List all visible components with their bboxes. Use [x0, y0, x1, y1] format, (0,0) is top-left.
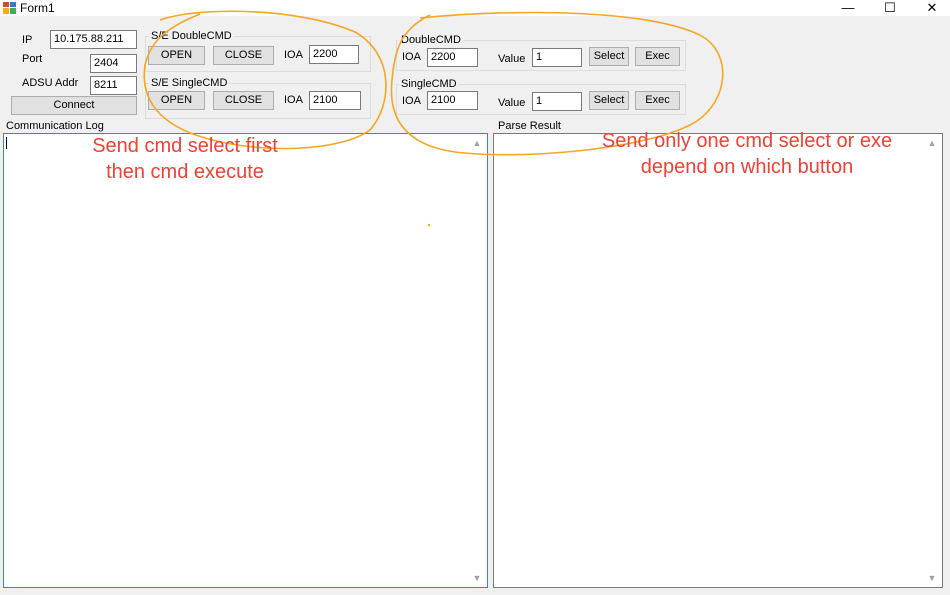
singlecmd-value-field[interactable]: 1 — [532, 92, 582, 111]
left-annotation-line2: then cmd execute — [106, 161, 264, 183]
close-window-button[interactable]: ✕ — [912, 0, 950, 16]
parse-result-textarea[interactable]: ▲ ▼ — [493, 133, 943, 588]
singlecmd-select-button[interactable]: Select — [589, 91, 629, 110]
se-singlecmd-title: S/E SingleCMD — [149, 77, 230, 89]
result-scroll-down-icon[interactable]: ▼ — [924, 571, 940, 585]
singlecmd-ioa-field[interactable]: 2100 — [427, 91, 478, 110]
doublecmd-exec-button[interactable]: Exec — [635, 47, 680, 66]
adsu-addr-field[interactable]: 8211 — [90, 76, 137, 95]
se-double-open-button[interactable]: OPEN — [148, 46, 205, 65]
se-single-open-button[interactable]: OPEN — [148, 91, 205, 110]
se-single-ioa-field[interactable]: 2100 — [309, 91, 361, 110]
communication-log-textarea[interactable]: ▲ ▼ — [3, 133, 488, 588]
right-annotation-line2: depend on which button — [640, 156, 854, 178]
singlecmd-title: SingleCMD — [399, 78, 459, 90]
se-double-ioa-label: IOA — [284, 49, 303, 61]
adsu-addr-label: ADSU Addr — [22, 77, 79, 89]
minimize-button[interactable]: — — [828, 0, 868, 16]
port-label: Port — [22, 53, 43, 65]
left-annotation-line1: Send cmd select first — [92, 135, 278, 157]
se-single-close-button[interactable]: CLOSE — [213, 91, 274, 110]
doublecmd-ioa-field[interactable]: 2200 — [427, 48, 478, 67]
ip-label: IP — [22, 34, 33, 46]
text-caret — [6, 137, 7, 149]
se-single-ioa-label: IOA — [284, 94, 303, 106]
singlecmd-value-label: Value — [498, 97, 526, 109]
result-scroll-up-icon[interactable]: ▲ — [924, 136, 940, 150]
singlecmd-exec-button[interactable]: Exec — [635, 91, 680, 110]
se-doublecmd-title: S/E DoubleCMD — [149, 30, 234, 42]
app-icon — [3, 2, 16, 14]
log-scroll-up-icon[interactable]: ▲ — [469, 136, 485, 150]
title-bar — [0, 0, 950, 16]
port-field[interactable]: 2404 — [90, 54, 137, 73]
log-scroll-down-icon[interactable]: ▼ — [469, 571, 485, 585]
doublecmd-ioa-label: IOA — [402, 51, 421, 63]
parse-result-label: Parse Result — [498, 120, 561, 132]
se-double-close-button[interactable]: CLOSE — [213, 46, 274, 65]
connect-button[interactable]: Connect — [11, 96, 137, 115]
doublecmd-select-button[interactable]: Select — [589, 47, 629, 66]
maximize-button[interactable]: ☐ — [870, 0, 910, 16]
doublecmd-value-label: Value — [498, 53, 526, 65]
doublecmd-value-field[interactable]: 1 — [532, 48, 582, 67]
singlecmd-ioa-label: IOA — [402, 95, 421, 107]
right-annotation-line1: Send only one cmd select or exe — [601, 130, 893, 152]
window-title: Form1 — [20, 1, 55, 15]
communication-log-label: Communication Log — [6, 120, 104, 132]
doublecmd-title: DoubleCMD — [399, 34, 463, 46]
ip-field[interactable]: 10.175.88.211 — [50, 30, 137, 49]
se-double-ioa-field[interactable]: 2200 — [309, 45, 359, 64]
